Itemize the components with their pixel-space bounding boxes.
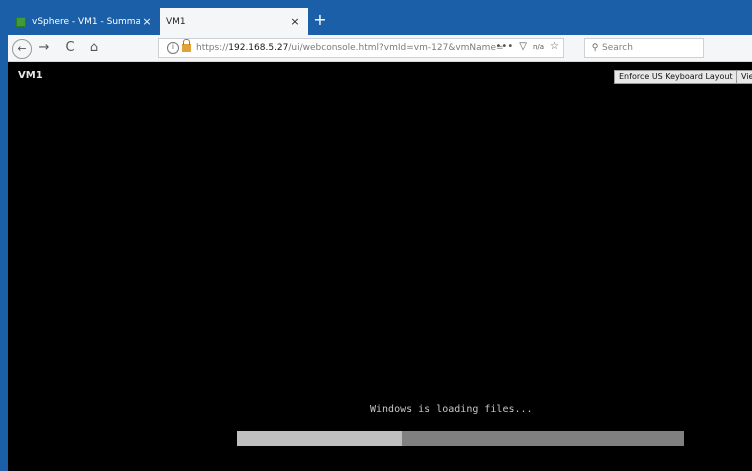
close-tab-icon[interactable]: × [288,15,302,28]
enforce-us-keyboard-button[interactable]: Enforce US Keyboard Layout [614,70,738,84]
address-bar-actions: ••• ▽ n/a ☆ [496,41,559,52]
info-icon[interactable]: i [167,42,179,54]
vsphere-favicon-icon [16,16,26,27]
reload-button[interactable]: C [60,38,80,58]
tab-title: VM1 [166,16,186,27]
insecure-lock-icon[interactable] [182,39,191,52]
navigation-bar: ← → C ⌂ i https:// 192.168.5.27 /ui/webc… [8,35,752,62]
address-bar[interactable]: i https:// 192.168.5.27 /ui/webconsole.h… [158,38,564,58]
page-actions-icon[interactable]: ••• [496,41,514,52]
vm-name-label: VM1 [18,70,43,81]
back-button[interactable]: ← [12,39,32,59]
vm-console[interactable]: VM1 Enforce US Keyboard Layout View Wind… [8,62,752,471]
view-button[interactable]: View [736,70,752,84]
loading-status-text: Windows is loading files... [370,404,533,415]
url-scheme: https:// [196,43,229,53]
url-path: /ui/webconsole.html?vmId=vm-127&vmName= [288,43,504,53]
forward-button[interactable]: → [34,38,54,58]
loading-progress-fill [237,431,403,446]
home-button[interactable]: ⌂ [84,38,104,58]
tab-vsphere-summary[interactable]: vSphere - VM1 - Summary × [8,8,160,35]
search-icon: ⚲ [591,43,599,53]
close-tab-icon[interactable]: × [140,15,154,28]
loading-progress-bar [237,431,684,446]
tab-title: vSphere - VM1 - Summary [32,16,140,27]
bookmark-star-icon[interactable]: ☆ [550,41,559,52]
tab-vm1[interactable]: VM1 × [160,8,308,35]
search-input[interactable]: ⚲ Search [584,38,704,58]
new-tab-button[interactable]: + [310,10,330,32]
search-placeholder: Search [602,43,633,53]
pocket-icon[interactable]: ▽ [519,41,527,52]
url-host: 192.168.5.27 [228,43,289,53]
reader-mode-icon[interactable]: n/a [533,43,544,51]
